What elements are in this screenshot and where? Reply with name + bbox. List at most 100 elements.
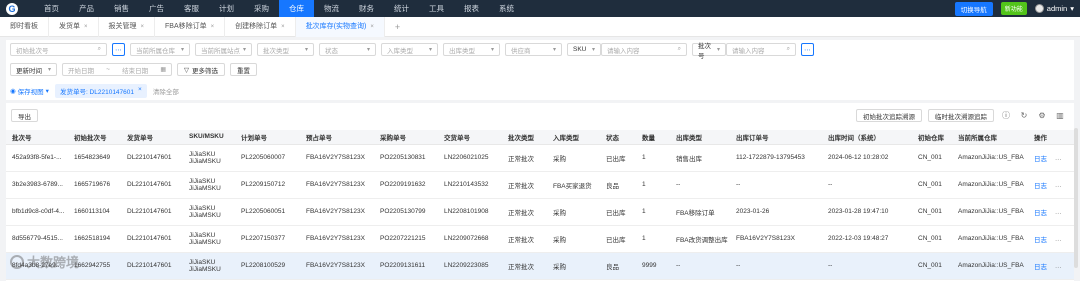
columns-icon[interactable]: ▥ bbox=[1054, 110, 1066, 122]
table-row[interactable]: 8d556779-4515... 1662518194 DL2210147601 Ji… bbox=[6, 225, 1074, 253]
column-header[interactable]: 批次类型 bbox=[502, 130, 547, 145]
filter-field[interactable]: 供应商 ▾ bbox=[505, 43, 562, 56]
column-header[interactable]: 状态 bbox=[600, 130, 636, 145]
settings-icon[interactable]: ⚙ bbox=[1036, 110, 1048, 122]
date-range-picker[interactable]: 开始日期 ~ 结束日期 ▦ bbox=[62, 63, 172, 76]
nav-item[interactable]: 产品 bbox=[69, 0, 104, 17]
more-icon[interactable]: ··· bbox=[1055, 183, 1062, 190]
close-tab-icon[interactable]: × bbox=[370, 17, 374, 37]
close-tab-icon[interactable]: × bbox=[211, 17, 215, 37]
reset-button[interactable]: 重置 bbox=[230, 63, 257, 76]
tab[interactable]: 批次库存(实物查询) × bbox=[295, 16, 385, 37]
filter-placeholder: 状态 bbox=[325, 47, 338, 55]
save-view-button[interactable]: ◉ 保存视图 ▾ bbox=[10, 86, 49, 96]
log-link[interactable]: 日志 bbox=[1034, 156, 1047, 163]
nav-item[interactable]: 客服 bbox=[174, 0, 209, 17]
vertical-scrollbar[interactable] bbox=[1074, 128, 1078, 268]
temp-trace-button[interactable]: 临时批次溯源追踪 bbox=[928, 109, 994, 122]
column-header[interactable]: 计划单号 bbox=[235, 130, 300, 145]
log-link[interactable]: 日志 bbox=[1034, 183, 1047, 190]
filter-field[interactable]: 状态 ▾ bbox=[319, 43, 376, 56]
table-cell: PL2207150377 bbox=[235, 225, 300, 253]
nav-item[interactable]: 销售 bbox=[104, 0, 139, 17]
close-tab-icon[interactable]: × bbox=[281, 17, 285, 37]
column-header[interactable]: 交货单号 bbox=[438, 130, 502, 145]
tab[interactable]: 发货单 × bbox=[49, 16, 99, 37]
filter-chip[interactable]: 发货单号: DL2210147601 × bbox=[54, 84, 147, 98]
log-link[interactable]: 日志 bbox=[1034, 210, 1047, 217]
new-feature-badge[interactable]: 新功能 bbox=[1000, 2, 1027, 15]
info-icon[interactable]: ⓘ bbox=[1000, 110, 1012, 122]
app-logo[interactable]: G bbox=[0, 0, 34, 17]
column-header[interactable]: 出库时间（系统） bbox=[822, 130, 912, 145]
column-header[interactable]: 操作 bbox=[1028, 130, 1074, 145]
table-row[interactable]: bfb1d9c8-c0df-4... 1660113104 DL2210147601… bbox=[6, 198, 1074, 226]
nav-item[interactable]: 采购 bbox=[244, 0, 279, 17]
table-row[interactable]: 452a93f8-5fe1-... 1654823649 DL2210147601 J… bbox=[6, 144, 1074, 172]
close-tab-icon[interactable]: × bbox=[84, 17, 88, 37]
table-cell[interactable]: 8d556779-4515... bbox=[6, 225, 68, 253]
filter-field[interactable]: 初始批次号 ⌕ bbox=[10, 43, 107, 56]
nav-item[interactable]: 财务 bbox=[349, 0, 384, 17]
tab[interactable]: 即时看板 bbox=[0, 16, 49, 37]
filter-field[interactable]: 出库类型 ▾ bbox=[443, 43, 500, 56]
column-header[interactable]: 采购单号 bbox=[374, 130, 438, 145]
table-cell[interactable]: 3b2e3983-6789... bbox=[6, 171, 68, 199]
user-menu[interactable]: admin ▾ bbox=[1034, 4, 1074, 13]
more-icon[interactable]: ··· bbox=[1055, 237, 1062, 244]
switch-nav-button[interactable]: 切换导航 bbox=[954, 1, 993, 16]
nav-item[interactable]: 系统 bbox=[489, 0, 524, 17]
column-header[interactable]: 预占单号 bbox=[300, 130, 374, 145]
column-header[interactable]: 出库类型 bbox=[670, 130, 730, 145]
clear-all-link[interactable]: 清除全部 bbox=[153, 86, 179, 96]
sku-select[interactable]: SKU ▾ bbox=[567, 43, 601, 56]
tab[interactable]: 创建移除订单 × bbox=[225, 16, 296, 37]
nav-item[interactable]: 计划 bbox=[209, 0, 244, 17]
table-cell[interactable]: bfb1d9c8-c0df-4... bbox=[6, 198, 68, 226]
filter-field[interactable]: 当前所属仓库 ▾ bbox=[130, 43, 190, 56]
add-tab-icon[interactable]: + bbox=[385, 22, 410, 32]
nav-item[interactable]: 广告 bbox=[139, 0, 174, 17]
column-header[interactable]: 初始仓库 bbox=[912, 130, 952, 145]
log-link[interactable]: 日志 bbox=[1034, 237, 1047, 244]
refresh-icon[interactable]: ↻ bbox=[1018, 110, 1030, 122]
tab[interactable]: 报关管理 × bbox=[99, 16, 156, 37]
filter-field[interactable]: 当前所属站点 ▾ bbox=[195, 43, 252, 56]
column-header[interactable]: SKU/MSKU bbox=[183, 130, 235, 145]
more-icon[interactable]: ··· bbox=[1055, 264, 1062, 271]
nav-item[interactable]: 报表 bbox=[454, 0, 489, 17]
nav-item[interactable]: 物流 bbox=[314, 0, 349, 17]
table-cell: PO2205130831 bbox=[374, 144, 438, 172]
export-button[interactable]: 导出 bbox=[11, 109, 38, 122]
nav-item[interactable]: 工具 bbox=[419, 0, 454, 17]
batch-more-icon[interactable]: ⋯ bbox=[112, 43, 125, 56]
column-header[interactable]: 发货单号 bbox=[121, 130, 183, 145]
nav-item[interactable]: 首页 bbox=[34, 0, 69, 17]
tab[interactable]: FBA移除订单 × bbox=[155, 16, 226, 37]
column-header[interactable]: 入库类型 bbox=[547, 130, 600, 145]
column-header[interactable]: 批次号 bbox=[6, 130, 68, 145]
nav-item[interactable]: 仓库 bbox=[279, 0, 314, 17]
close-icon[interactable]: × bbox=[138, 86, 142, 96]
sku-input[interactable]: 请输入内容 ⌕ bbox=[601, 43, 687, 56]
init-trace-button[interactable]: 初始批次追踪溯源 bbox=[856, 109, 922, 122]
more-icon[interactable]: ··· bbox=[1055, 156, 1062, 163]
table-cell[interactable]: 452a93f8-5fe1-... bbox=[6, 144, 68, 172]
nav-item[interactable]: 统计 bbox=[384, 0, 419, 17]
table-row[interactable]: 8fd4a3b8-27e9... 1662942755 DL2210147601 Ji… bbox=[6, 252, 1074, 280]
filter-field[interactable]: 入库类型 ▾ bbox=[381, 43, 438, 56]
column-header[interactable]: 出库订单号 bbox=[730, 130, 822, 145]
filter-field[interactable]: 批次类型 ▾ bbox=[257, 43, 314, 56]
column-header[interactable]: 初始批次号 bbox=[68, 130, 121, 145]
more-icon[interactable]: ··· bbox=[1055, 210, 1062, 217]
batch-search-more-icon[interactable]: ⋯ bbox=[801, 43, 814, 56]
batch-input[interactable]: 请输入内容 ⌕ bbox=[726, 43, 796, 56]
column-header[interactable]: 当前所属仓库 bbox=[952, 130, 1028, 145]
batch-select[interactable]: 批次号 ▾ bbox=[692, 43, 726, 60]
more-filter-button[interactable]: ▽ 更多筛选 bbox=[177, 63, 225, 76]
time-type-select[interactable]: 更新时间 ▾ bbox=[10, 63, 57, 76]
column-header[interactable]: 数量 bbox=[636, 130, 670, 145]
close-tab-icon[interactable]: × bbox=[141, 17, 145, 37]
log-link[interactable]: 日志 bbox=[1034, 264, 1047, 271]
table-row[interactable]: 3b2e3983-6789... 1665719676 DL2210147601 Ji… bbox=[6, 171, 1074, 199]
